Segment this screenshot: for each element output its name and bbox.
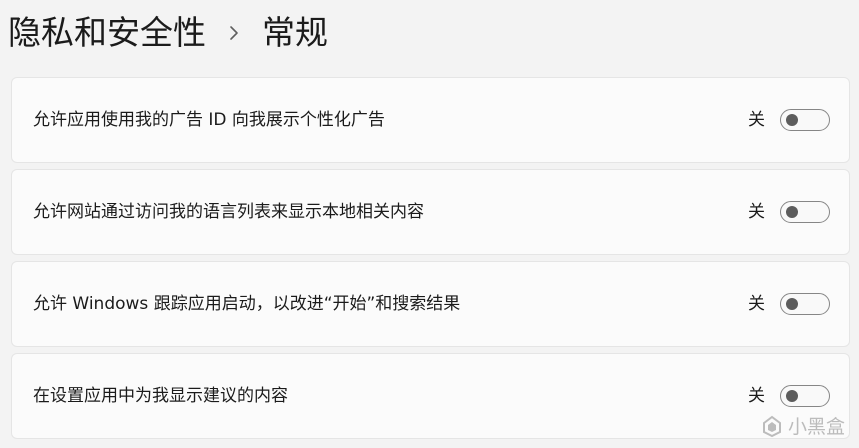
breadcrumb-parent[interactable]: 隐私和安全性 xyxy=(8,8,206,58)
setting-card-suggested-content: 在设置应用中为我显示建议的内容 关 xyxy=(11,353,850,439)
setting-label: 允许 Windows 跟踪应用启动，以改进“开始”和搜索结果 xyxy=(33,294,461,314)
toggle-knob xyxy=(786,206,798,218)
toggle-state-label: 关 xyxy=(748,294,765,314)
toggle-state-label: 关 xyxy=(748,110,765,130)
ad-id-toggle[interactable] xyxy=(780,109,830,131)
setting-label: 在设置应用中为我显示建议的内容 xyxy=(33,386,288,406)
settings-page: 隐私和安全性 常规 允许应用使用我的广告 ID 向我展示个性化广告 关 允许网站… xyxy=(0,0,859,448)
app-launch-tracking-toggle[interactable] xyxy=(780,293,830,315)
toggle-knob xyxy=(786,390,798,402)
setting-card-app-launch-tracking: 允许 Windows 跟踪应用启动，以改进“开始”和搜索结果 关 xyxy=(11,261,850,347)
setting-card-language-list: 允许网站通过访问我的语言列表来显示本地相关内容 关 xyxy=(11,169,850,255)
toggle-knob xyxy=(786,298,798,310)
chevron-right-icon xyxy=(206,8,262,58)
toggle-knob xyxy=(786,114,798,126)
language-list-toggle[interactable] xyxy=(780,201,830,223)
setting-card-ad-id: 允许应用使用我的广告 ID 向我展示个性化广告 关 xyxy=(11,77,850,163)
page-title: 常规 xyxy=(262,13,328,52)
setting-label: 允许网站通过访问我的语言列表来显示本地相关内容 xyxy=(33,202,424,222)
watermark: 小黑盒 xyxy=(760,412,845,439)
toggle-state-label: 关 xyxy=(748,202,765,222)
suggested-content-toggle[interactable] xyxy=(780,385,830,407)
breadcrumb: 隐私和安全性 常规 xyxy=(8,8,328,58)
heybox-logo-icon xyxy=(762,415,781,437)
watermark-text: 小黑盒 xyxy=(787,416,845,438)
setting-label: 允许应用使用我的广告 ID 向我展示个性化广告 xyxy=(33,110,385,130)
